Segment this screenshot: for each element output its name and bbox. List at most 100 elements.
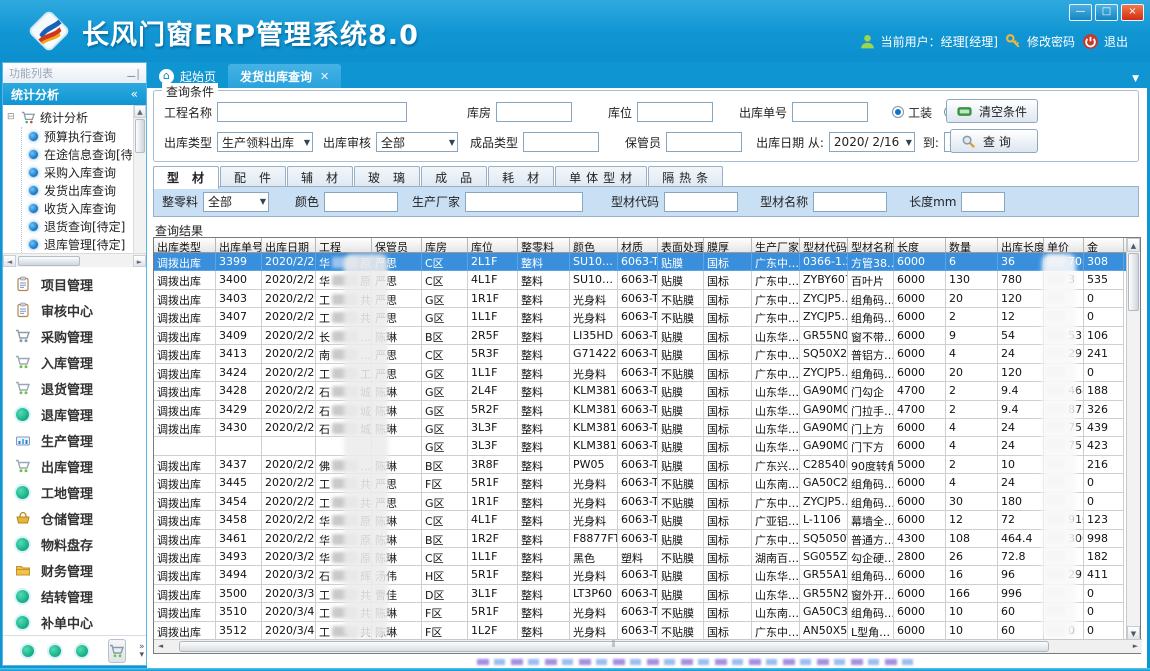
table-row[interactable]: 调拨出库34292020/2/26石城陈琳G区5R2F整料KLM38176063… <box>154 401 1126 419</box>
tree-item-预算执行查询[interactable]: 预算执行查询 <box>22 127 132 145</box>
column-header-出库长度[interactable]: 出库长度 <box>998 238 1044 252</box>
color-input[interactable] <box>324 192 398 212</box>
column-header-颜色[interactable]: 颜色 <box>570 238 618 252</box>
sidebar-item-结转管理[interactable]: 结转管理 <box>3 583 146 609</box>
clear-conditions-button[interactable]: 清空条件 <box>946 99 1038 123</box>
table-row[interactable]: 调拨出库34582020/2/28华原…陈琳C区4L1F整料光身料6063-T5… <box>154 511 1126 529</box>
table-row[interactable]: 调拨出库34942020/3/2石辉城汤伟H区5R1F整料光身料6063-T5贴… <box>154 566 1126 584</box>
column-header-型材名称[interactable]: 型材名称 <box>848 238 894 252</box>
minimize-button[interactable]: — <box>1069 4 1092 21</box>
sidebar-item-出库管理[interactable]: 出库管理 <box>3 453 146 479</box>
manufacturer-input[interactable] <box>465 192 583 212</box>
scroll-up-icon[interactable]: ▲ <box>134 105 146 118</box>
project-name-input[interactable] <box>217 102 407 122</box>
column-header-保管员[interactable]: 保管员 <box>372 238 422 252</box>
table-row[interactable]: 调拨出库34542020/2/28工共工程严思G区1R1F整料光身料6063-T… <box>154 493 1126 511</box>
sidebar-item-入库管理[interactable]: 入库管理 <box>3 349 146 375</box>
tree-expand-icon[interactable]: ⊟ <box>7 112 17 122</box>
column-header-整零料[interactable]: 整零料 <box>518 238 570 252</box>
table-hscroll-thumb[interactable] <box>179 641 1049 652</box>
sidebar-item-财务管理[interactable]: 财务管理 <box>3 557 146 583</box>
scroll-left-icon[interactable]: ◄ <box>154 640 167 653</box>
sidebar-item-采购管理[interactable]: 采购管理 <box>3 323 146 349</box>
sidebar-item-项目管理[interactable]: 项目管理 <box>3 271 146 297</box>
product-type-input[interactable] <box>523 132 599 152</box>
table-row[interactable]: 调拨出库34932020/3/2华原…陈琳C区1L1F整料黑色塑料不贴膜国标湖南… <box>154 548 1126 566</box>
tree-item-发货出库查询[interactable]: 发货出库查询 <box>22 181 132 199</box>
tree-hscroll-thumb[interactable] <box>18 256 80 266</box>
tree-item-采购入库查询[interactable]: 采购入库查询 <box>22 163 132 181</box>
table-row[interactable]: 调拨出库34452020/2/27工共工程严思F区5R1F整料光身料6063-T… <box>154 474 1126 492</box>
tree-root-node[interactable]: ⊟ 统计分析 <box>7 107 132 127</box>
table-row[interactable]: 调拨出库34612020/2/28华原…陈琳B区1R2F整料F8877FT606… <box>154 530 1126 548</box>
sidebar-item-退库管理[interactable]: 退库管理 <box>3 401 146 427</box>
radio-industrial[interactable]: 工装 <box>892 104 932 121</box>
table-row[interactable]: 调拨出库34282020/2/26石城陈琳G区2L4F整料KLM38176063… <box>154 382 1126 400</box>
table-row[interactable]: 调拨出库34032020/2/25工共工程严思G区1R1F整料光身料6063-T… <box>154 290 1126 308</box>
table-vertical-scrollbar[interactable]: ▲ ▼ <box>1126 238 1140 640</box>
scroll-up-icon[interactable]: ▲ <box>1127 238 1140 252</box>
table-row[interactable]: 调拨出库35102020/3/4工共工程陈琳F区5R1F整料光身料6063-T5… <box>154 603 1126 621</box>
table-row[interactable]: 调拨出库35002020/3/3工共工程曹佳D区3L1F整料LT3P606063… <box>154 585 1126 603</box>
location-input[interactable] <box>637 102 713 122</box>
table-row[interactable]: 调拨出库34302020/2/26石城陈琳G区3L3F整料KLM38176063… <box>154 419 1126 437</box>
tree-item-收货入库查询[interactable]: 收货入库查询 <box>22 199 132 217</box>
scroll-right-icon[interactable]: ► <box>1129 640 1142 653</box>
footer-dot-icon[interactable] <box>49 645 61 657</box>
tree-vertical-scrollbar[interactable]: ▲ <box>133 105 146 253</box>
sidebar-item-工地管理[interactable]: 工地管理 <box>3 479 146 505</box>
search-button[interactable]: 查 询 <box>950 129 1038 153</box>
table-row[interactable]: 调拨出库34132020/2/26南…严思C区5R3F整料G714226063-… <box>154 345 1126 363</box>
scroll-left-icon[interactable]: ◄ <box>3 255 16 267</box>
sidebar-item-审核中心[interactable]: 审核中心 <box>3 297 146 323</box>
maximize-button[interactable]: □ <box>1095 4 1118 21</box>
column-header-表面处理[interactable]: 表面处理 <box>658 238 704 252</box>
table-horizontal-scrollbar[interactable]: ◄ ► <box>154 639 1142 653</box>
footer-dot-icon[interactable] <box>76 645 88 657</box>
tab-list-dropdown-icon[interactable]: ▼ <box>1132 74 1147 88</box>
table-row[interactable]: 调拨出库34372020/2/27佛…陈琳B区3R8F整料PW056063-T5… <box>154 456 1126 474</box>
column-header-工程[interactable]: 工程 <box>316 238 372 252</box>
footer-cart-button[interactable] <box>108 639 126 663</box>
date-from-picker[interactable]: 2020/ 2/16▼ <box>829 132 915 152</box>
tree-vscroll-thumb[interactable] <box>135 119 145 153</box>
tree-item-在途信息查询待[interactable]: 在途信息查询[待 <box>22 145 132 163</box>
column-header-出库日期[interactable]: 出库日期 <box>262 238 316 252</box>
table-row[interactable]: 调拨出库34092020/2/25长…陈琳B区2R5F整料LI35HD6063-… <box>154 327 1126 345</box>
tab-shipment-query[interactable]: 发货出库查询 ✕ <box>228 64 341 88</box>
logout-button[interactable]: 退出 <box>1082 33 1128 50</box>
column-header-材质[interactable]: 材质 <box>618 238 658 252</box>
sidebar-item-退货管理[interactable]: 退货管理 <box>3 375 146 401</box>
profile-code-input[interactable] <box>664 192 738 212</box>
change-password-button[interactable]: 修改密码 <box>1005 33 1075 50</box>
table-row[interactable]: 调拨出库34072020/2/25工共工程严思G区1L1F整料光身料6063-T… <box>154 308 1126 326</box>
sidebar-item-物料盘存[interactable]: 物料盘存 <box>3 531 146 557</box>
footer-dot-icon[interactable] <box>22 645 34 657</box>
column-header-金[interactable]: 金 <box>1084 238 1124 252</box>
subtab-型材[interactable]: 型材 <box>153 166 219 189</box>
tab-close-icon[interactable]: ✕ <box>320 70 329 83</box>
table-row[interactable]: 调拨出库34242020/2/26工工程严思G区1L1F整料光身料6063-T5… <box>154 364 1126 382</box>
column-header-库房[interactable]: 库房 <box>422 238 468 252</box>
tree-item-退货查询待定[interactable]: 退货查询[待定] <box>22 217 132 235</box>
table-row[interactable]: 调拨出库33992020/2/25华原…严思C区2L1F整料SU10…6063-… <box>154 253 1126 271</box>
column-header-出库类型[interactable]: 出库类型 <box>154 238 216 252</box>
scroll-down-icon[interactable]: ▼ <box>1127 626 1140 640</box>
column-header-型材代码[interactable]: 型材代码 <box>800 238 848 252</box>
menu-overflow-button[interactable]: »▾ <box>139 643 145 659</box>
column-header-单价[interactable]: 单价 <box>1044 238 1084 252</box>
column-header-数量[interactable]: 数量 <box>946 238 998 252</box>
sidebar-item-补单中心[interactable]: 补单中心 <box>3 609 146 635</box>
column-header-出库单号[interactable]: 出库单号 <box>216 238 262 252</box>
whole-part-select[interactable]: 全部▼ <box>203 192 269 212</box>
table-row[interactable]: G区3L3F整料KLM38176063-T5贴膜国标山东华…GA90M09…门下… <box>154 437 1126 455</box>
out-type-select[interactable]: 生产领料出库▼ <box>217 132 313 152</box>
collapse-icon[interactable]: « <box>131 87 138 101</box>
column-header-库位[interactable]: 库位 <box>468 238 518 252</box>
table-vscroll-thumb[interactable] <box>1128 253 1139 311</box>
profile-name-input[interactable] <box>813 192 887 212</box>
column-header-长度[interactable]: 长度 <box>894 238 946 252</box>
table-row[interactable]: 调拨出库34002020/2/25华原…严思C区4L1F整料SU10…6063-… <box>154 271 1126 289</box>
table-row[interactable]: 调拨出库35122020/3/4工共工程陈琳F区1L2F整料光身料6063-T5… <box>154 622 1126 640</box>
audit-select[interactable]: 全部▼ <box>376 132 458 152</box>
